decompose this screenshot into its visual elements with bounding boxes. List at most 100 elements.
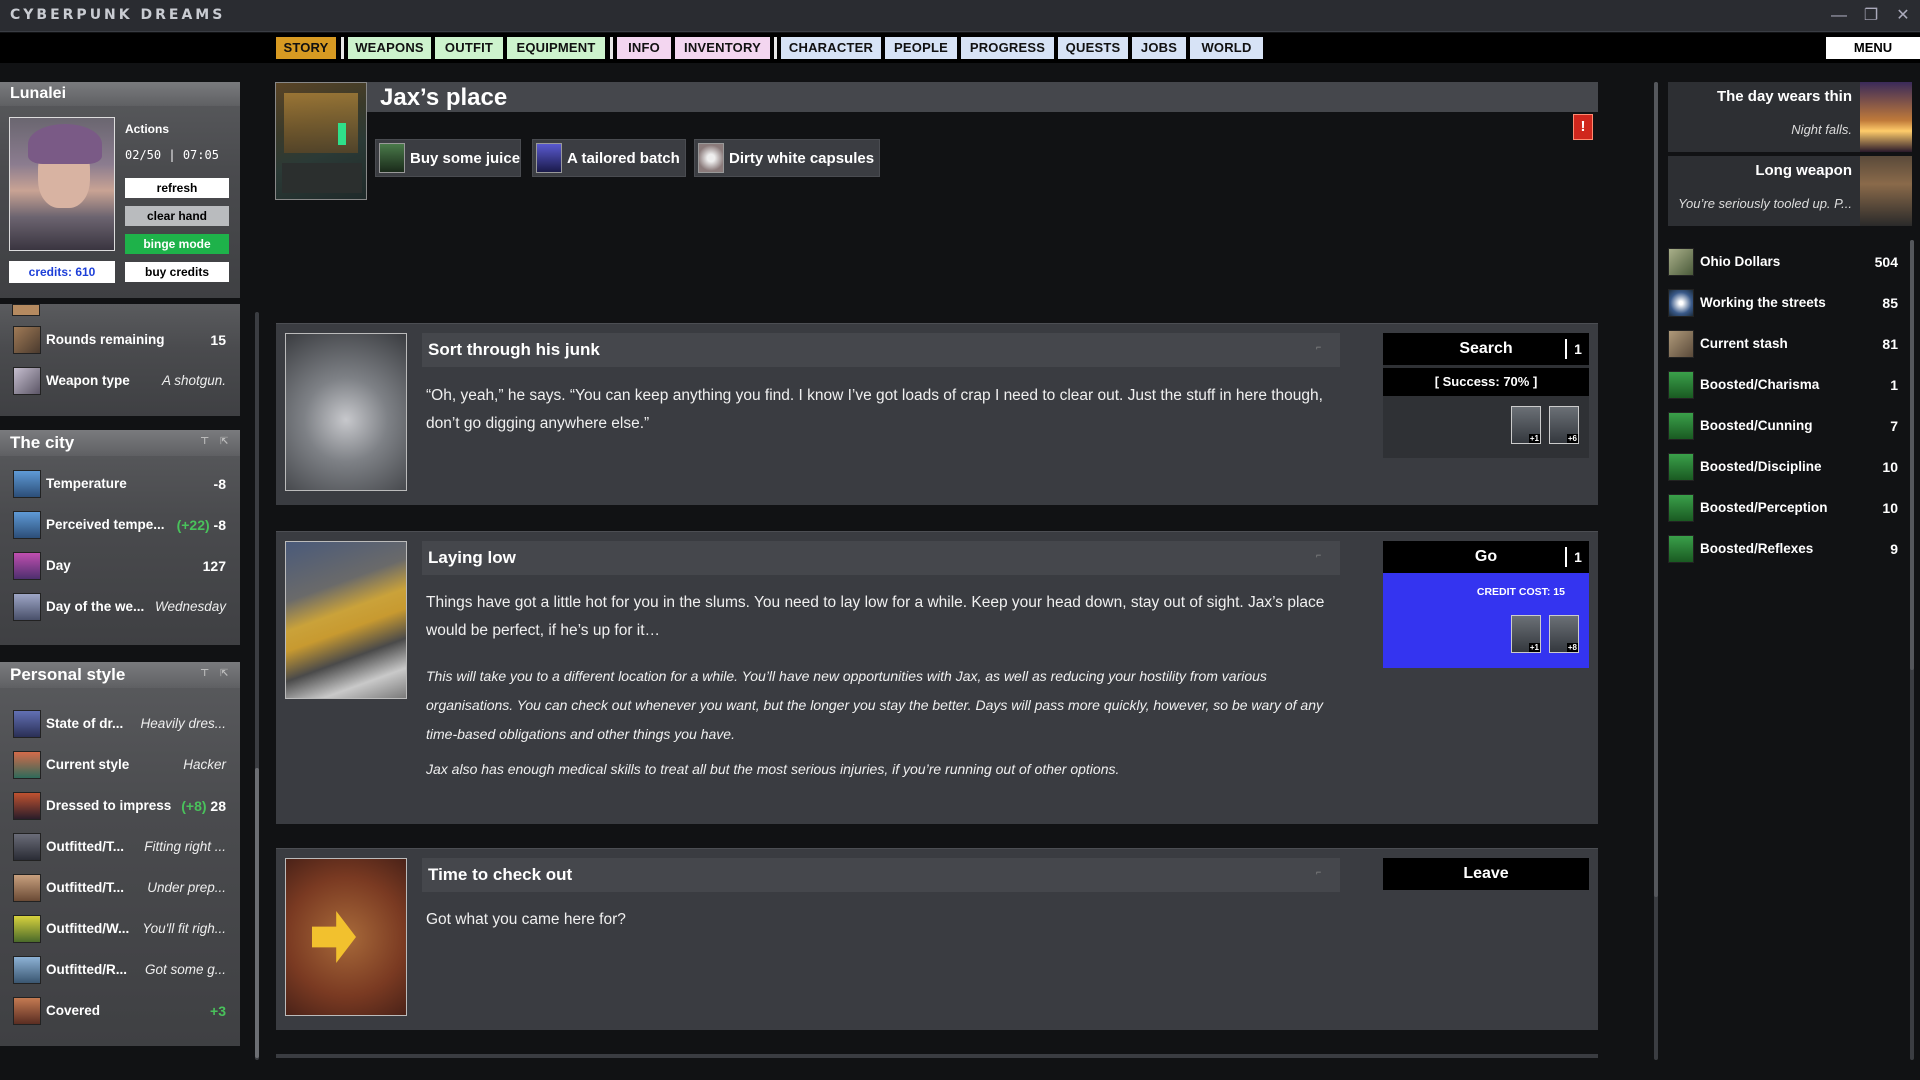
stat-value: 81: [1882, 336, 1898, 352]
tailored-batch-button[interactable]: A tailored batch: [532, 139, 686, 177]
list-item: Working the streets 85: [1668, 285, 1898, 321]
list-item: Dressed to impress (+8) 28: [12, 788, 238, 824]
go-button[interactable]: Go 1: [1383, 541, 1589, 573]
stat-number: 28: [210, 798, 226, 814]
clear-hand-button[interactable]: clear hand: [125, 206, 229, 226]
leave-button[interactable]: Leave: [1383, 858, 1589, 890]
card-pin-icon[interactable]: ⌐: [1316, 867, 1321, 877]
character-name: Lunalei: [0, 82, 240, 106]
outfit-icon: [13, 956, 41, 984]
list-item: Boosted/Cunning 7: [1668, 408, 1898, 444]
boost-arrow-icon: [1668, 535, 1694, 563]
binge-mode-button[interactable]: binge mode: [125, 234, 229, 254]
stat-label: Perceived tempe...: [46, 517, 165, 532]
character-portrait[interactable]: [9, 117, 115, 251]
list-item: Outfitted/R... Got some g...: [12, 952, 238, 988]
title-bar: CYBERPUNK DREAMS — ❐ ✕: [0, 0, 1920, 32]
notice-subtitle: You’re seriously tooled up. P...: [1678, 196, 1852, 211]
stat-label: Temperature: [46, 476, 127, 491]
menu-button[interactable]: MENU: [1826, 37, 1920, 59]
stat-label: Boosted/Reflexes: [1700, 541, 1813, 556]
rounds-icon: [13, 326, 41, 354]
stat-bonus: (+8): [181, 798, 206, 814]
tab-quests[interactable]: QUESTS: [1058, 37, 1128, 59]
stat-label: Covered: [46, 1003, 100, 1018]
notice-title: Long weapon: [1755, 162, 1852, 179]
stat-label: Ohio Dollars: [1700, 254, 1780, 269]
minimize-icon[interactable]: —: [1826, 4, 1852, 28]
outfit-icon: [13, 874, 41, 902]
main-scrollbar-thumb[interactable]: [1654, 82, 1658, 897]
tab-separator: [610, 37, 613, 59]
stat-number: -8: [214, 517, 226, 533]
style-header[interactable]: Personal style ⊤ ⇱: [0, 662, 240, 688]
buy-some-juice-button[interactable]: Buy some juice: [375, 139, 521, 177]
close-icon[interactable]: ✕: [1890, 4, 1916, 28]
dirty-white-capsules-button[interactable]: Dirty white capsules: [694, 139, 880, 177]
card-title: Laying low: [428, 548, 516, 568]
tab-outfit[interactable]: OUTFIT: [435, 37, 503, 59]
tab-world[interactable]: WORLD: [1190, 37, 1263, 59]
card-italic-text: Jax also has enough medical skills to tr…: [426, 755, 1346, 784]
character-portrait-small[interactable]: +1: [1511, 615, 1541, 653]
card-pin-icon[interactable]: ⌐: [1316, 342, 1321, 352]
city-header[interactable]: The city ⊤ ⇱: [0, 430, 240, 456]
tab-equipment[interactable]: EQUIPMENT: [507, 37, 605, 59]
stat-value: You'll fit righ...: [142, 921, 226, 936]
stat-value: (+8) 28: [181, 798, 226, 814]
stat-label: Day of the we...: [46, 599, 144, 614]
popout-icon[interactable]: ⇱: [220, 668, 228, 679]
notice-subtitle: Night falls.: [1791, 122, 1852, 137]
batch-icon: [536, 143, 562, 173]
dress-state-icon: [13, 710, 41, 738]
notice-title: The day wears thin: [1717, 88, 1852, 105]
card-text: Things have got a little hot for you in …: [426, 589, 1346, 645]
tab-jobs[interactable]: JOBS: [1132, 37, 1186, 59]
card-pin-icon[interactable]: ⌐: [1316, 550, 1321, 560]
story-card: Laying low ⌐ Things have got a little ho…: [276, 531, 1598, 824]
tab-inventory[interactable]: INVENTORY: [675, 37, 770, 59]
refresh-button[interactable]: refresh: [125, 178, 229, 198]
boost-arrow-icon: [1668, 412, 1694, 440]
notice-card[interactable]: The day wears thin Night falls.: [1668, 82, 1912, 152]
right-scrollbar-thumb[interactable]: [1910, 240, 1914, 670]
stat-bonus: (+22): [177, 517, 210, 533]
location-title: Jax’s place: [380, 84, 507, 112]
tab-separator: [774, 37, 777, 59]
tab-progress[interactable]: PROGRESS: [961, 37, 1054, 59]
stat-label: Weapon type: [46, 373, 130, 388]
character-portrait-small[interactable]: +8: [1549, 615, 1579, 653]
outfit-icon: [13, 915, 41, 943]
stat-value: 1: [1890, 377, 1898, 393]
streets-icon: [1668, 289, 1694, 317]
tab-info[interactable]: INFO: [617, 37, 671, 59]
pin-icon[interactable]: ⊤: [200, 436, 209, 447]
popout-icon[interactable]: ⇱: [220, 436, 228, 447]
character-portrait-small[interactable]: +1: [1511, 406, 1541, 444]
stat-label: Outfitted/R...: [46, 962, 127, 977]
tab-story[interactable]: STORY: [276, 37, 336, 59]
tab-people[interactable]: PEOPLE: [885, 37, 957, 59]
alert-icon[interactable]: !: [1573, 114, 1593, 140]
character-portrait-small[interactable]: +6: [1549, 406, 1579, 444]
pin-icon[interactable]: ⊤: [200, 668, 209, 679]
left-scrollbar-thumb[interactable]: [255, 768, 259, 1058]
arrow-icon: [312, 911, 356, 963]
stat-value: 9: [1890, 541, 1898, 557]
actions-remaining: 02/50: [125, 148, 161, 162]
portrait-badge: +1: [1529, 434, 1540, 443]
list-item: Outfitted/T... Under prep...: [12, 870, 238, 906]
notice-card[interactable]: Long weapon You’re seriously tooled up. …: [1668, 156, 1912, 226]
action-label: Search: [1459, 340, 1512, 357]
list-item: Boosted/Discipline 10: [1668, 449, 1898, 485]
tab-weapons[interactable]: WEAPONS: [348, 37, 431, 59]
buy-credits-button[interactable]: buy credits: [125, 262, 229, 282]
list-item: Boosted/Charisma 1: [1668, 367, 1898, 403]
action-box: Leave: [1383, 858, 1589, 892]
restore-icon[interactable]: ❐: [1858, 4, 1884, 28]
search-button[interactable]: Search 1: [1383, 333, 1589, 365]
stat-label: Dressed to impress: [46, 798, 171, 813]
status-panel: Rounds remaining 15 Weapon type A shotgu…: [0, 304, 240, 416]
stat-label: Working the streets: [1700, 295, 1826, 310]
tab-character[interactable]: CHARACTER: [781, 37, 881, 59]
